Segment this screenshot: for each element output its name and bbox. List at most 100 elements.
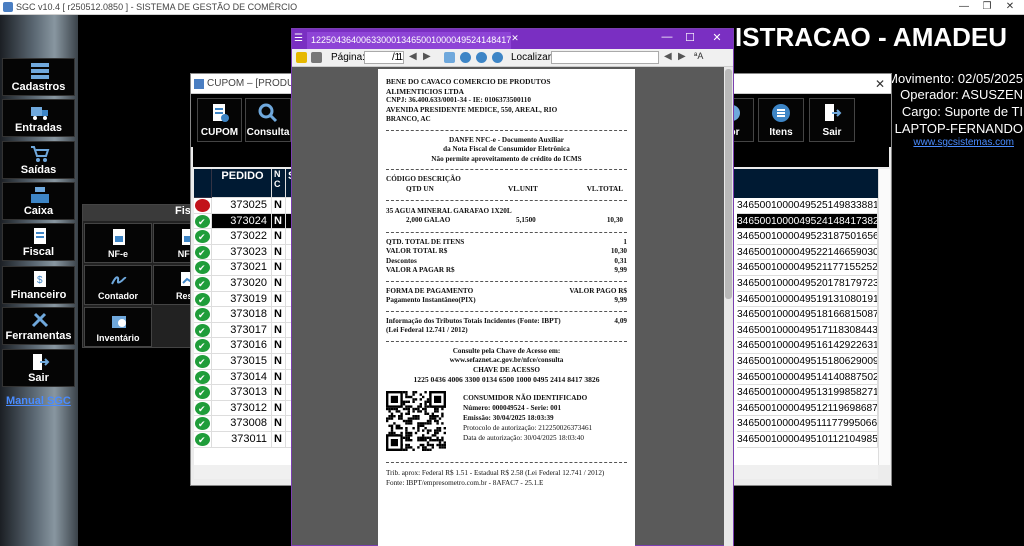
next-page-icon[interactable]: ▶ — [423, 51, 431, 62]
menu-icon[interactable]: ☰ — [294, 33, 303, 44]
minimize-icon[interactable]: — — [657, 31, 677, 43]
receipt-danfe-note: Não permite aproveitamento de crédito do… — [431, 154, 582, 163]
prev-page-icon[interactable]: ◀ — [409, 51, 417, 62]
viewer-scrollbar[interactable] — [724, 67, 733, 546]
receipt-codigo-descricao: CÓDIGO DESCRIÇÃO — [386, 175, 461, 183]
emissao-date: Emissão: 30/04/2025 18:03:39 — [463, 414, 554, 422]
search-icon — [258, 103, 278, 123]
n-cell: N — [272, 400, 286, 417]
status-cell — [194, 432, 212, 448]
chave-cell: 34650010000495191310801910 — [737, 291, 878, 308]
search-input[interactable] — [551, 51, 659, 64]
tab-close-icon[interactable]: ✕ — [505, 33, 525, 44]
find-prev-icon[interactable]: ◀ — [664, 51, 672, 62]
status-cell — [194, 369, 212, 386]
pedido-cell: 373013 — [212, 385, 272, 401]
inventario-button[interactable]: Inventário — [84, 307, 152, 347]
restore-icon[interactable]: ❐ — [977, 1, 997, 12]
manual-link[interactable]: Manual SGC — [6, 395, 71, 407]
pedido-cell: 373016 — [212, 338, 272, 354]
n-cell: N — [272, 291, 286, 308]
item-qty: 2,000 GALAO — [406, 215, 451, 224]
n-cell: N — [272, 385, 286, 401]
open-icon[interactable] — [296, 52, 307, 63]
valor-total-label: VALOR TOTAL R$ — [386, 247, 448, 255]
company-title: ISTRACAO - AMADEU — [735, 22, 1008, 52]
document-icon — [34, 228, 46, 244]
cupom-button[interactable]: CUPOM — [197, 98, 242, 142]
computer-name: LAPTOP-FERNANDO — [894, 121, 1023, 136]
tributos-label: Informação dos Tributos Totais Incidente… — [386, 316, 561, 325]
status-cell — [194, 276, 212, 292]
report-viewer-window: ☰ 12250436400633000134650010000495241484… — [291, 28, 734, 546]
qtd-un-header: QTD UN — [406, 184, 434, 193]
contador-button[interactable]: Contador — [84, 265, 152, 305]
sair-button[interactable]: Sair — [809, 98, 855, 142]
sidebar-item-saidas[interactable]: Saídas — [2, 141, 75, 179]
status-cell — [194, 307, 212, 323]
sidebar-item-fiscal[interactable]: Fiscal — [2, 223, 75, 261]
viewer-tab[interactable]: 1225043640063300013465001000049524148417… — [307, 32, 511, 49]
chave-cell: 34650010000495141408875029 — [737, 369, 878, 386]
sidebar-item-caixa[interactable]: Caixa — [2, 182, 75, 220]
zoom-out-icon[interactable] — [460, 52, 471, 63]
sidebar-item-ferramentas[interactable]: Ferramentas — [2, 307, 75, 345]
numero-serie: Número: 000049524 - Serie: 001 — [463, 404, 562, 412]
chave-cell: 34650010000495171183084439 — [737, 322, 878, 339]
consulta-label: Consulta — [246, 127, 290, 138]
chave-cell: 34650010000495221466590300 — [737, 244, 878, 261]
chave-cell: 34650010000495151806290095 — [737, 354, 878, 370]
nfe-button[interactable]: NF-e — [84, 223, 152, 263]
minimize-icon[interactable]: — — [954, 1, 974, 12]
consulta-button[interactable]: Consulta — [245, 98, 291, 142]
zoom-in-icon[interactable] — [476, 52, 487, 63]
receipt-company: BENE DO CAVACO COMERCIO DE PRODUTOS ALIM… — [386, 77, 551, 96]
itens-label: Itens — [769, 127, 793, 138]
zoom-fit-icon[interactable] — [444, 52, 455, 63]
find-next-icon[interactable]: ▶ — [678, 51, 686, 62]
sidebar-item-cadastros[interactable]: Cadastros — [2, 58, 75, 96]
item-unit-price: 5,1500 — [516, 215, 536, 224]
check-icon — [195, 261, 210, 275]
pedido-cell: 373011 — [212, 432, 272, 448]
sidebar-item-entradas[interactable]: Entradas — [2, 99, 75, 137]
check-icon — [195, 292, 210, 306]
status-cell — [194, 260, 212, 276]
localizar-label: Localizar: — [511, 52, 554, 63]
app-title-bar: SGC v10.4 [ r250512.0850 ] - SISTEMA DE … — [0, 0, 1024, 15]
viewer-scrollbar-thumb[interactable] — [725, 69, 732, 299]
website-link[interactable]: www.sgcsistemas.com — [913, 137, 1014, 148]
itens-button[interactable]: Itens — [758, 98, 804, 142]
pix-label: Pagamento Instantâneo(PIX) — [386, 296, 476, 304]
sidebar-item-financeiro[interactable]: $ Financeiro — [2, 266, 75, 304]
table-vertical-scrollbar[interactable] — [878, 169, 890, 465]
close-icon[interactable]: ✕ — [707, 31, 727, 44]
check-icon — [195, 308, 210, 322]
close-icon[interactable]: ✕ — [1000, 1, 1020, 12]
receipt-cnpj: CNPJ: 36.400.633/0001-34 - IE: 010637350… — [386, 96, 531, 104]
sidebar-item-sair[interactable]: Sair — [2, 349, 75, 387]
pedido-cell: 373022 — [212, 229, 272, 245]
pedido-cell: 373021 — [212, 260, 272, 276]
chave-cell: 3465001000049525149833881 5 — [737, 198, 878, 214]
receipt-qr-section: CONSUMIDOR NÃO IDENTIFICADO Número: 0000… — [386, 391, 627, 457]
viewer-toolbar: Página: 1 / 1 ◀ ▶ Localizar: ◀ ▶ ªA — [292, 49, 733, 67]
check-icon — [195, 433, 210, 447]
match-case-icon[interactable]: ªA — [694, 51, 703, 61]
print-icon[interactable] — [311, 52, 322, 63]
zoom-page-icon[interactable] — [492, 52, 503, 63]
n-cell: N — [272, 307, 286, 323]
status-cell — [194, 385, 212, 401]
database-icon — [31, 63, 49, 79]
status-cell — [194, 244, 212, 261]
receipt-item-line: 2,000 GALAO 5,1500 10,30 — [386, 216, 627, 227]
check-icon — [195, 277, 210, 291]
sidebar-item-label: Financeiro — [10, 289, 67, 301]
tools-icon — [31, 312, 49, 328]
header-pedido[interactable]: PEDIDO — [212, 169, 272, 198]
close-icon[interactable]: ✕ — [875, 77, 885, 91]
header-nc[interactable]: N C — [272, 169, 286, 198]
maximize-icon[interactable]: ☐ — [680, 31, 700, 44]
cupom-label: CUPOM — [200, 127, 239, 138]
receipt-forma-pagamento: FORMA DE PAGAMENTO VALOR PAGO R$ — [386, 287, 627, 297]
